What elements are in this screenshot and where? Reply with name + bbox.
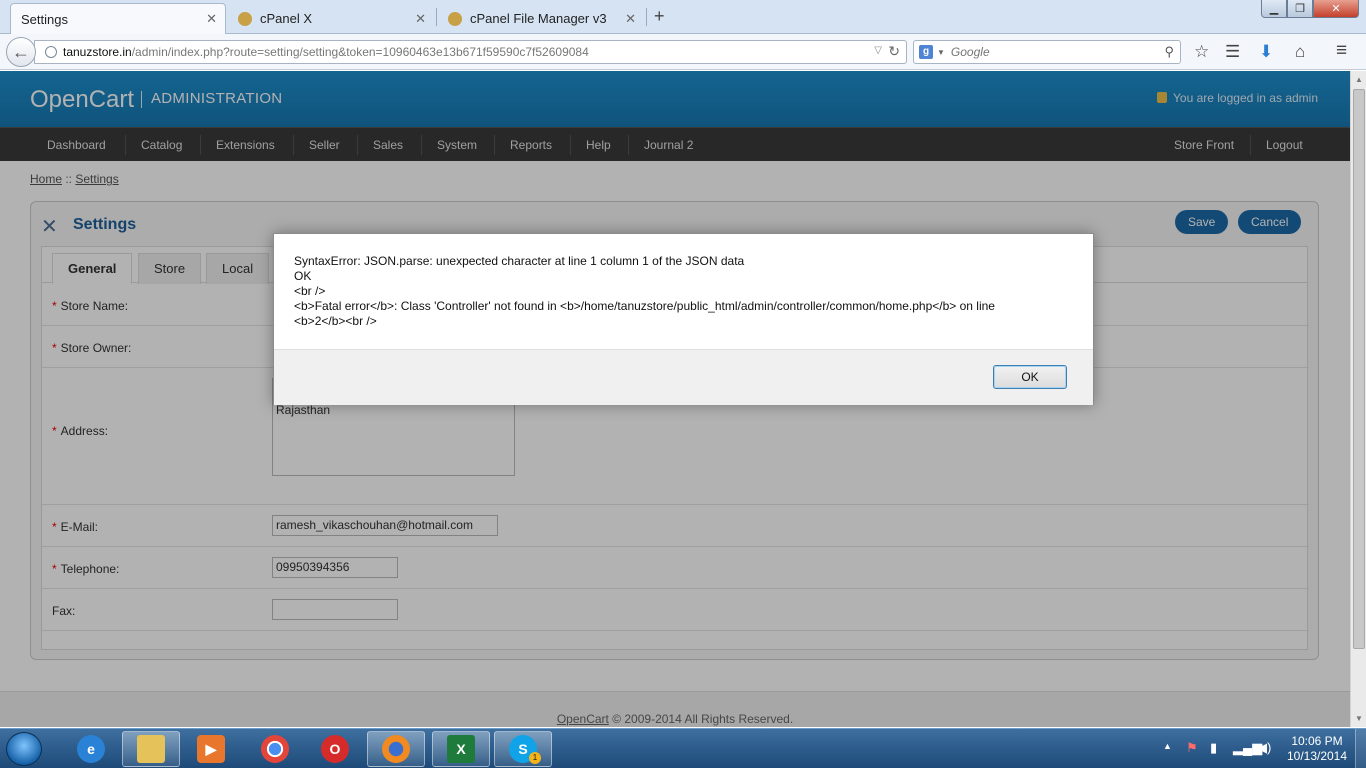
clock-date: 10/13/2014 xyxy=(1286,749,1348,763)
alert-line: <b>2</b><br /> xyxy=(294,314,377,328)
alert-line: <b>Fatal error</b>: Class 'Controller' n… xyxy=(294,299,995,313)
taskbar-internet-explorer[interactable]: e xyxy=(62,731,120,767)
chrome-icon xyxy=(261,735,289,763)
scroll-down-icon[interactable]: ▼ xyxy=(1355,714,1363,723)
history-dropdown-icon[interactable]: ▽ xyxy=(874,45,882,56)
volume-icon[interactable]: ◀) xyxy=(1257,740,1271,756)
clock-time: 10:06 PM xyxy=(1291,734,1343,748)
browser-tab-bar: Settings ✕ cPanel X ✕ cPanel File Manage… xyxy=(0,0,1366,34)
close-tab-icon[interactable]: ✕ xyxy=(206,11,217,27)
back-button[interactable]: ← xyxy=(6,37,36,67)
close-tab-icon[interactable]: ✕ xyxy=(625,11,636,27)
scroll-up-icon[interactable]: ▲ xyxy=(1355,75,1363,84)
reload-icon[interactable]: ↻ xyxy=(888,43,900,60)
alert-line: <br /> xyxy=(294,284,326,298)
cpanel-favicon-icon xyxy=(238,11,252,26)
close-tab-icon[interactable]: ✕ xyxy=(415,11,426,27)
url-path: /admin/index.php?route=setting/setting&t… xyxy=(131,45,589,59)
url-domain: tanuzstore.in xyxy=(63,45,132,59)
menu-icon[interactable]: ≡ xyxy=(1336,40,1347,62)
device-icon[interactable]: ▮ xyxy=(1210,740,1217,756)
taskbar-media-player[interactable]: ▶ xyxy=(182,731,240,767)
folder-icon xyxy=(137,735,165,763)
show-desktop-button[interactable] xyxy=(1355,729,1366,768)
taskbar-chrome[interactable] xyxy=(246,731,304,767)
start-button[interactable] xyxy=(6,732,42,766)
browser-nav-bar: tanuzstore.in/admin/index.php?route=sett… xyxy=(0,34,1366,70)
action-center-flag-icon[interactable]: ⚑ xyxy=(1186,740,1198,756)
chevron-down-icon[interactable]: ▼ xyxy=(937,48,945,57)
alert-line: SyntaxError: JSON.parse: unexpected char… xyxy=(294,254,745,268)
firefox-icon xyxy=(382,735,410,763)
windows-taskbar: e ▶ O X S1 ▲ ⚑ ▮ ▂▄▆ ◀) 10:06 PM 10/13/2… xyxy=(0,728,1366,768)
tab-separator xyxy=(646,8,647,26)
tab-cpanel-file-manager[interactable]: cPanel File Manager v3 ✕ xyxy=(438,3,644,34)
url-bar[interactable]: tanuzstore.in/admin/index.php?route=sett… xyxy=(34,40,907,64)
alert-dialog: SyntaxError: JSON.parse: unexpected char… xyxy=(273,233,1094,405)
tab-title: cPanel X xyxy=(260,11,313,26)
taskbar-firefox[interactable] xyxy=(367,731,425,767)
scroll-thumb[interactable] xyxy=(1353,89,1365,649)
internet-explorer-icon: e xyxy=(77,735,105,763)
alert-button-bar: OK xyxy=(274,349,1093,405)
skype-notification-badge: 1 xyxy=(529,752,541,764)
home-icon[interactable]: ⌂ xyxy=(1295,42,1305,62)
excel-icon: X xyxy=(447,735,475,763)
minimize-button[interactable]: ▁ xyxy=(1261,0,1287,18)
tab-cpanel-x[interactable]: cPanel X ✕ xyxy=(228,3,434,34)
bookmark-star-icon[interactable]: ☆ xyxy=(1194,42,1209,62)
ok-button[interactable]: OK xyxy=(993,365,1067,389)
alert-message: SyntaxError: JSON.parse: unexpected char… xyxy=(294,254,1054,329)
close-window-button[interactable]: ✕ xyxy=(1313,0,1359,18)
globe-icon xyxy=(45,46,57,58)
taskbar-clock[interactable]: 10:06 PM 10/13/2014 xyxy=(1286,734,1348,764)
tab-title: cPanel File Manager v3 xyxy=(470,11,607,26)
taskbar-file-explorer[interactable] xyxy=(122,731,180,767)
tab-separator xyxy=(436,8,437,26)
google-icon[interactable]: g xyxy=(919,45,933,59)
taskbar-opera[interactable]: O xyxy=(306,731,364,767)
download-icon[interactable]: ⬇ xyxy=(1259,42,1273,62)
new-tab-icon[interactable]: + xyxy=(654,6,665,27)
cpanel-favicon-icon xyxy=(448,11,462,26)
taskbar-excel[interactable]: X xyxy=(432,731,490,767)
search-bar[interactable]: g ▼ ⚲ xyxy=(913,40,1181,64)
show-hidden-icons-icon[interactable]: ▲ xyxy=(1163,741,1172,751)
tab-title: Settings xyxy=(21,11,68,27)
search-input[interactable] xyxy=(950,45,1161,59)
bookmarks-list-icon[interactable]: ☰ xyxy=(1225,42,1240,62)
media-player-icon: ▶ xyxy=(197,735,225,763)
opera-icon: O xyxy=(321,735,349,763)
tab-settings[interactable]: Settings ✕ xyxy=(10,3,226,34)
alert-line: OK xyxy=(294,269,312,283)
page-scrollbar[interactable]: ▲ ▼ xyxy=(1350,71,1366,727)
taskbar-skype[interactable]: S1 xyxy=(494,731,552,767)
search-icon[interactable]: ⚲ xyxy=(1164,44,1174,60)
maximize-button[interactable]: ❐ xyxy=(1287,0,1313,18)
